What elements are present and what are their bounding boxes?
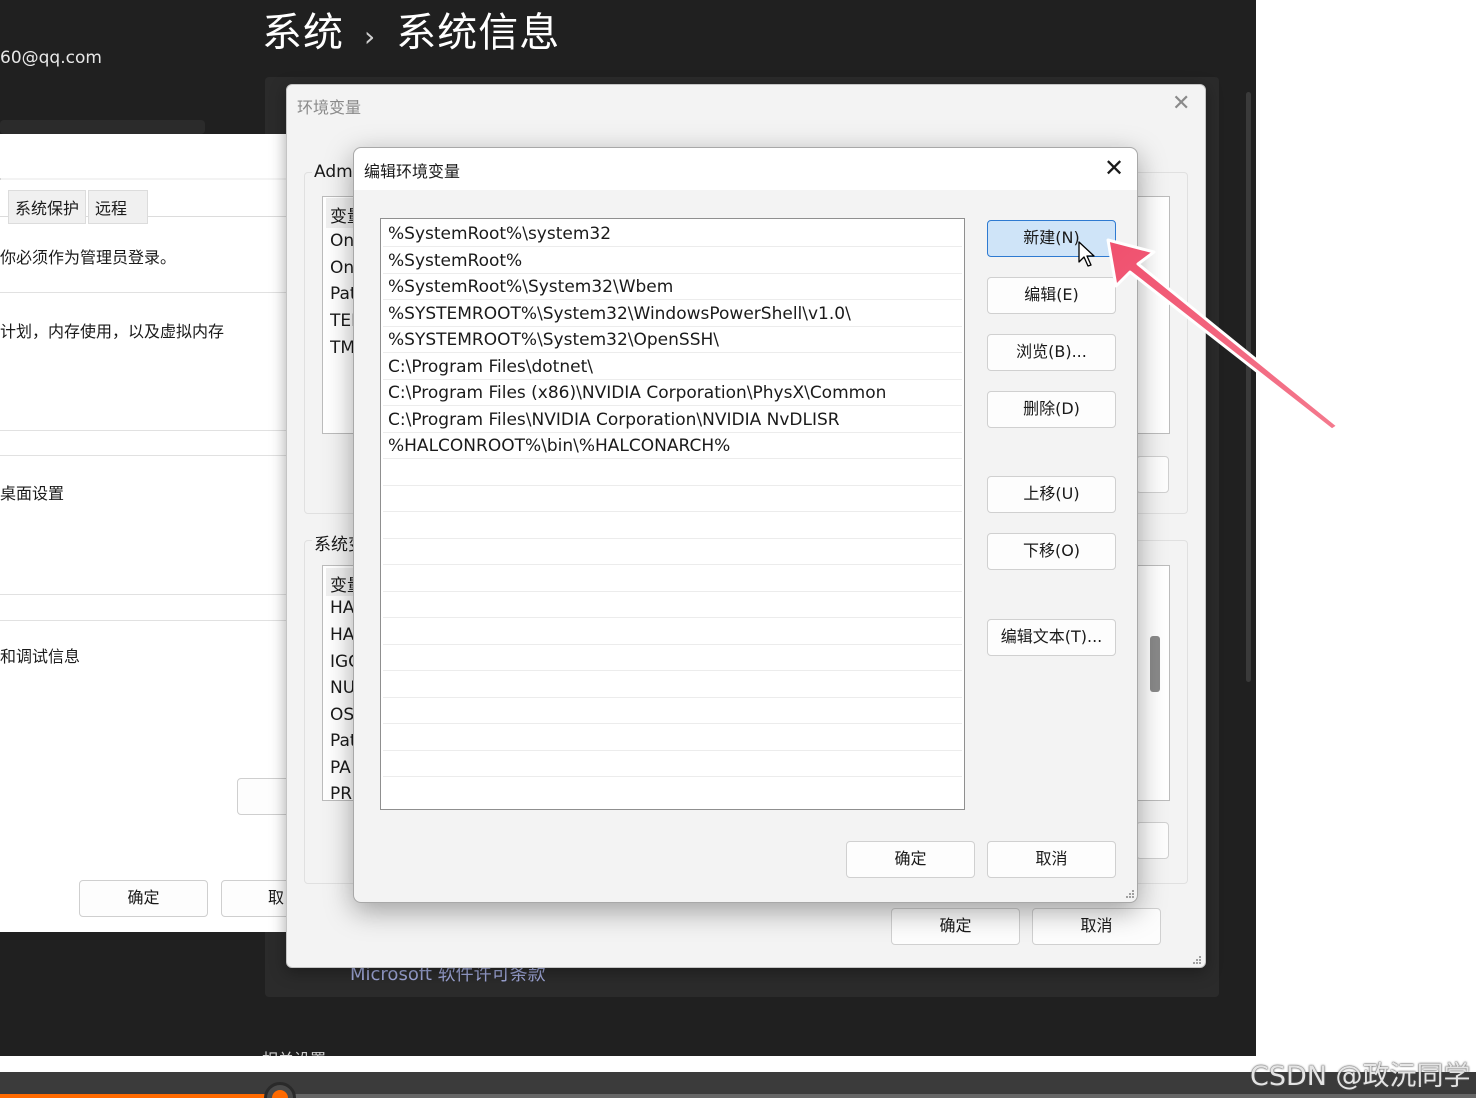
- path-list-item[interactable]: %HALCONROOT%\bin\%HALCONARCH%: [383, 432, 962, 459]
- system-variable-row[interactable]: PR: [330, 784, 354, 800]
- video-progress-fill: [0, 1094, 280, 1098]
- edit-dialog-ok-button[interactable]: 确定: [846, 841, 975, 878]
- tab-remote[interactable]: 远程: [88, 190, 148, 224]
- path-list-item[interactable]: %SystemRoot%\system32: [383, 220, 962, 247]
- divider: [0, 620, 292, 621]
- path-list-item[interactable]: %SYSTEMROOT%\System32\OpenSSH\: [383, 326, 962, 353]
- system-variable-row[interactable]: Pat: [330, 731, 354, 751]
- system-variable-row[interactable]: PA: [330, 758, 354, 778]
- divider: [0, 430, 292, 431]
- system-variable-row[interactable]: HA: [330, 598, 354, 618]
- move-down-button[interactable]: 下移(O): [987, 533, 1116, 570]
- empty-list-row[interactable]: [383, 512, 962, 539]
- breadcrumb-current: 系统信息: [396, 10, 561, 56]
- edit-text-button[interactable]: 编辑文本(T)...: [987, 619, 1116, 656]
- resize-grip-icon[interactable]: [1190, 953, 1202, 965]
- divider: [0, 594, 292, 595]
- user-variable-row[interactable]: Pat: [330, 284, 354, 304]
- close-icon[interactable]: ✕: [1172, 92, 1190, 116]
- edit-dialog-cancel-button[interactable]: 取消: [987, 841, 1116, 878]
- envvar-ok-button[interactable]: 确定: [891, 908, 1020, 945]
- user-variable-row[interactable]: On: [330, 258, 354, 278]
- admin-notice: 你必须作为管理员登录。: [0, 248, 177, 267]
- breadcrumb-root[interactable]: 系统: [262, 10, 344, 56]
- empty-list-row[interactable]: [383, 538, 962, 565]
- divider: [0, 455, 292, 456]
- user-variable-row[interactable]: TEI: [330, 311, 354, 331]
- system-variable-row[interactable]: NU: [330, 678, 354, 698]
- performance-description: 计划，内存使用，以及虚拟内存: [0, 322, 225, 341]
- user-list-header: 变量: [330, 207, 354, 227]
- resize-grip-icon[interactable]: [1124, 888, 1134, 898]
- breadcrumb: 系统 › 系统信息: [262, 0, 560, 58]
- move-up-button[interactable]: 上移(U): [987, 476, 1116, 513]
- empty-list-row[interactable]: [383, 671, 962, 698]
- divider: [0, 292, 292, 293]
- path-list-item[interactable]: %SystemRoot%: [383, 247, 962, 274]
- related-settings-heading: 相关设置: [262, 1046, 326, 1056]
- system-properties-titlebar: [0, 134, 292, 178]
- tab-system-protection[interactable]: 系统保护: [8, 190, 87, 224]
- breadcrumb-separator-icon: ›: [364, 20, 377, 53]
- empty-list-row[interactable]: [383, 485, 962, 512]
- startup-description: 和调试信息: [0, 647, 81, 666]
- empty-list-row[interactable]: [383, 459, 962, 486]
- user-variable-row[interactable]: TM: [330, 338, 354, 358]
- path-list-item[interactable]: %SystemRoot%\System32\Wbem: [383, 273, 962, 300]
- system-variables-group-label: 系统变: [312, 530, 356, 555]
- account-email: 60@qq.com: [0, 48, 102, 68]
- watermark: CSDN @政沅同学: [1250, 1061, 1471, 1092]
- path-list-item[interactable]: C:\Program Files (x86)\NVIDIA Corporatio…: [383, 379, 962, 406]
- user-variable-row[interactable]: On: [330, 231, 354, 251]
- system-properties-ok-button[interactable]: 确定: [79, 880, 208, 917]
- empty-list-row[interactable]: [383, 697, 962, 724]
- empty-list-row[interactable]: [383, 618, 962, 645]
- path-list[interactable]: %SystemRoot%\system32 %SystemRoot% %Syst…: [380, 218, 965, 810]
- path-list-item[interactable]: %SYSTEMROOT%\System32\WindowsPowerShell\…: [383, 300, 962, 327]
- empty-list-row[interactable]: [383, 750, 962, 777]
- user-variables-group-label: Adm: [312, 162, 356, 182]
- empty-list-row[interactable]: [383, 724, 962, 751]
- system-variable-row[interactable]: IGC: [330, 652, 354, 672]
- settings-nav-strip: [0, 120, 205, 134]
- empty-list-row[interactable]: [383, 591, 962, 618]
- system-list-header: 变量: [330, 576, 354, 596]
- system-variable-row[interactable]: OS: [330, 705, 354, 725]
- empty-list-row[interactable]: [383, 565, 962, 592]
- system-variable-row[interactable]: HA: [330, 625, 354, 645]
- edit-dialog-title: 编辑环境变量: [364, 162, 461, 181]
- envvar-window-title: 环境变量: [297, 98, 362, 117]
- user-profiles-description: 桌面设置: [0, 484, 65, 503]
- path-list-item[interactable]: C:\Program Files\dotnet\: [383, 353, 962, 380]
- annotation-arrow-icon: [1106, 238, 1340, 432]
- empty-list-row[interactable]: [383, 644, 962, 671]
- empty-list-row[interactable]: [383, 777, 962, 804]
- system-variables-scrollbar-thumb[interactable]: [1150, 636, 1160, 692]
- path-list-item[interactable]: C:\Program Files\NVIDIA Corporation\NVID…: [383, 406, 962, 433]
- user-variable-delete-button[interactable]: [1136, 456, 1169, 493]
- system-variable-delete-button[interactable]: [1136, 822, 1169, 859]
- close-icon[interactable]: ✕: [1102, 154, 1126, 182]
- envvar-cancel-button[interactable]: 取消: [1032, 908, 1161, 945]
- edit-dialog-titlebar: [354, 148, 1137, 190]
